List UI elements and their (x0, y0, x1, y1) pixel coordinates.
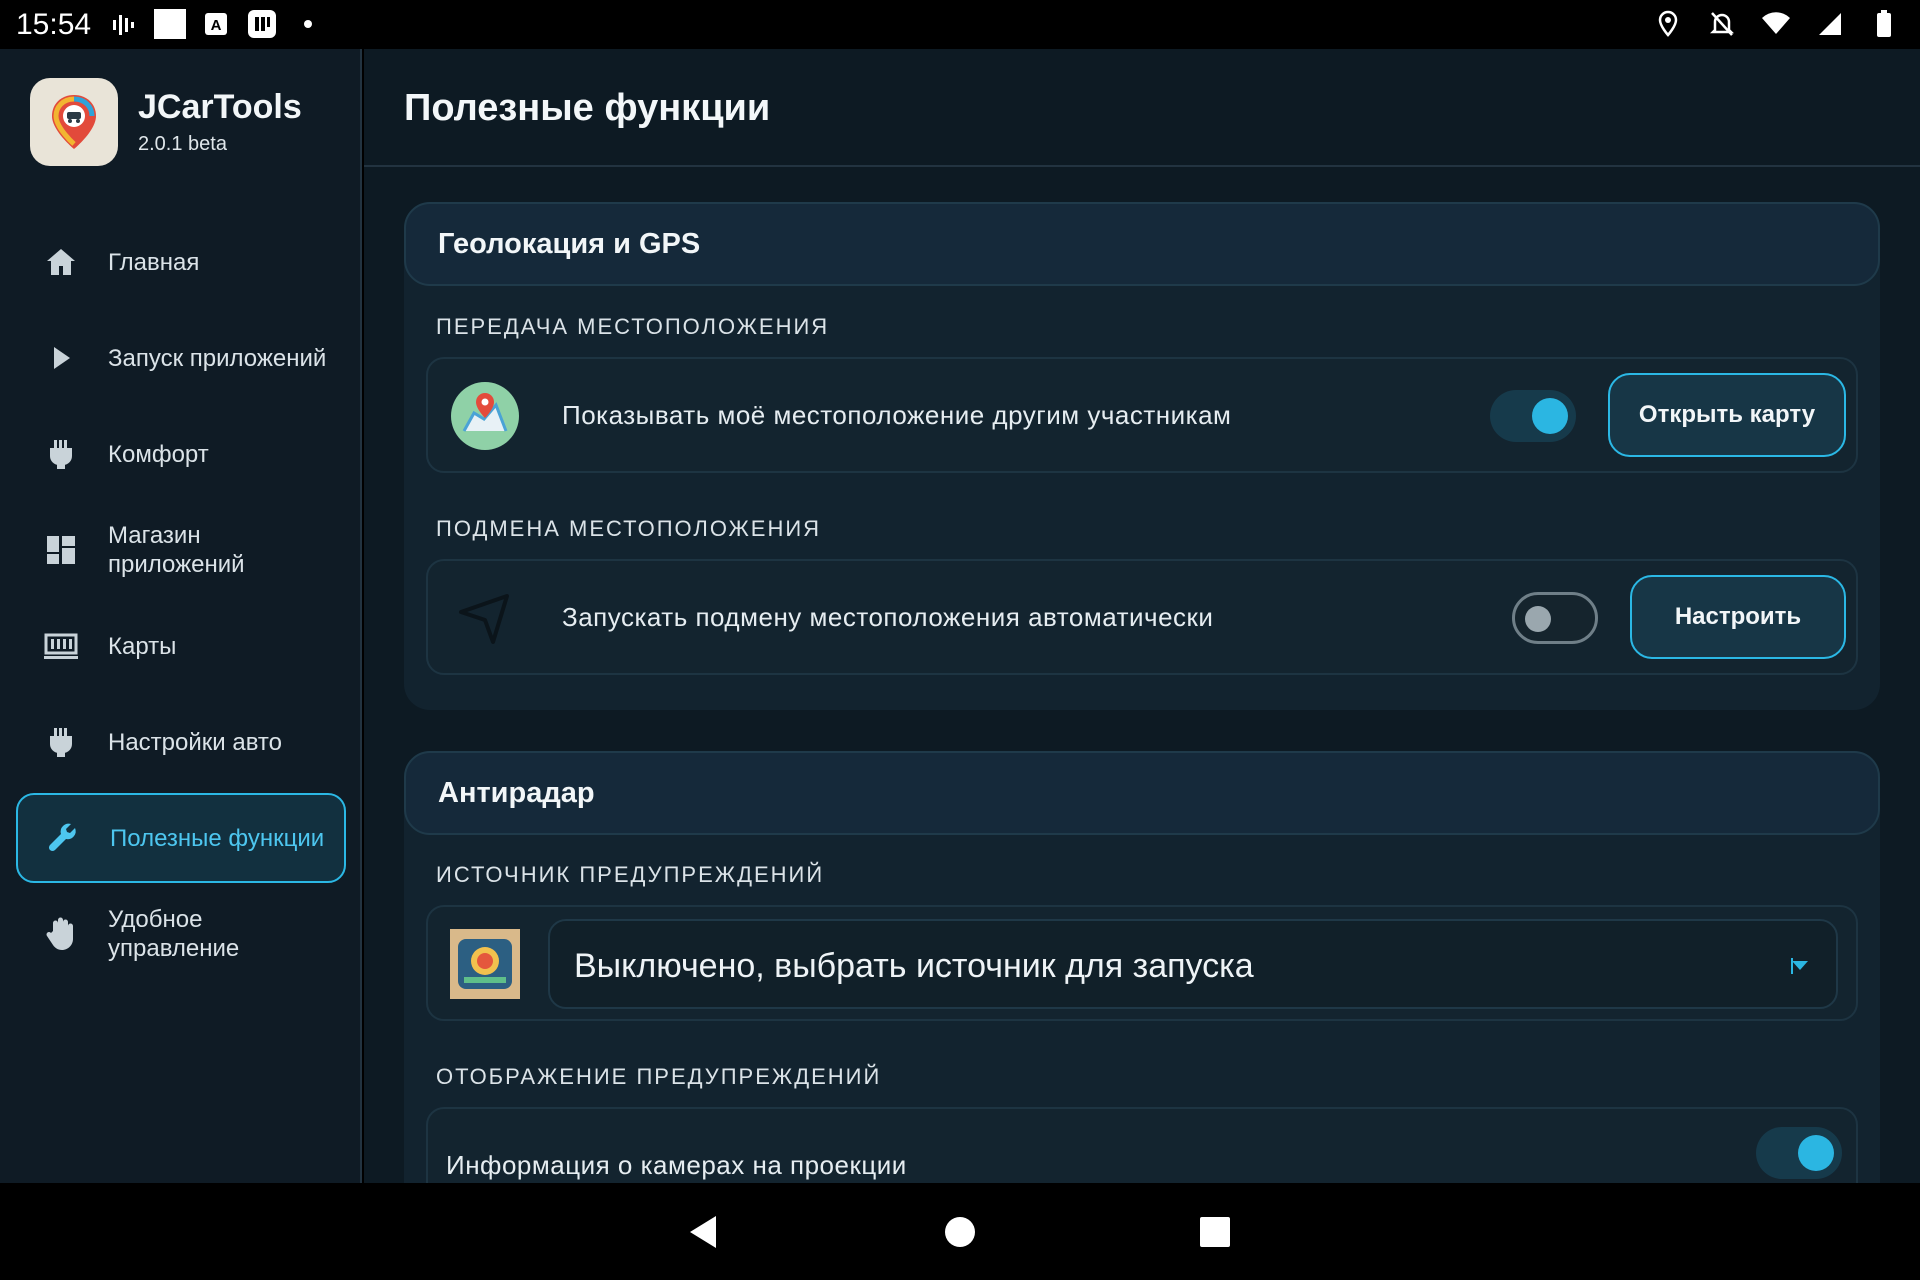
plug-icon (44, 725, 78, 759)
sidebar-item-label: Запуск приложений (108, 344, 327, 372)
location-icon (1652, 9, 1684, 39)
open-map-button[interactable]: Открыть карту (1608, 373, 1846, 457)
text-a-icon: A (200, 9, 232, 39)
main-content: Полезные функции Геолокация и GPS ПЕРЕДА… (364, 49, 1920, 1183)
configure-button[interactable]: Настроить (1630, 575, 1846, 659)
battery-icon (1868, 9, 1900, 39)
dropdown-arrow-icon (1790, 957, 1810, 980)
sidebar-item-easy-control[interactable]: Удобное управление (16, 889, 346, 979)
sidebar-item-home[interactable]: Главная (16, 217, 346, 307)
sidebar-item-label: Комфорт (108, 440, 209, 468)
sidebar-item-label: Карты (108, 632, 177, 660)
warning-source-dropdown[interactable]: Выключено, выбрать источник для запуска (548, 919, 1838, 1009)
play-icon (44, 341, 78, 375)
share-location-row: Показывать моё местоположение другим уча… (426, 357, 1858, 473)
map-pin-icon (450, 381, 520, 451)
status-right-icons (1652, 9, 1900, 39)
divider (364, 165, 1920, 167)
plug-icon (44, 437, 78, 471)
sidebar: JCarTools 2.0.1 beta Главная Запуск прил… (0, 49, 362, 1183)
spoof-location-row: Запускать подмену местоположения автомат… (426, 559, 1858, 675)
sidebar-item-label: Главная (108, 248, 200, 276)
camera-info-label: Информация о камерах на проекции (446, 1150, 907, 1180)
card-title: Антирадар (404, 751, 1880, 835)
section-label: ПОДМЕНА МЕСТОПОЛОЖЕНИЯ (436, 516, 822, 541)
navigation-arrow-icon (450, 583, 520, 653)
wifi-icon (1760, 9, 1792, 39)
app-version: 2.0.1 beta (138, 133, 227, 155)
sidebar-item-label: Удобное управление (108, 906, 240, 962)
warning-source-row: Выключено, выбрать источник для запуска (426, 905, 1858, 1021)
app-icon (246, 9, 278, 39)
sidebar-item-useful-functions[interactable]: Полезные функции (16, 793, 346, 883)
svg-text:A: A (211, 17, 222, 34)
sidebar-item-app-launch[interactable]: Запуск приложений (16, 313, 346, 403)
map-icon (44, 629, 78, 663)
camera-info-toggle[interactable] (1756, 1127, 1842, 1179)
back-icon[interactable] (680, 1209, 726, 1255)
app-header: JCarTools 2.0.1 beta (30, 78, 302, 166)
status-time: 15:54 (16, 8, 92, 41)
sidebar-item-label: Магазин приложений (108, 522, 245, 578)
sidebar-item-label: Настройки авто (108, 728, 282, 756)
share-location-label: Показывать моё местоположение другим уча… (562, 400, 1232, 430)
radar-app-icon (450, 929, 520, 999)
notifications-off-icon (1706, 9, 1738, 39)
recents-icon[interactable] (1192, 1209, 1238, 1255)
app-name: JCarTools (138, 88, 302, 126)
dashboard-icon (44, 533, 78, 567)
share-location-toggle[interactable] (1490, 390, 1576, 442)
status-bar: 15:54 A (0, 0, 1920, 49)
wrench-icon (46, 821, 80, 855)
home-circle-icon[interactable] (937, 1209, 983, 1255)
sidebar-item-maps[interactable]: Карты (16, 601, 346, 691)
sidebar-item-comfort[interactable]: Комфорт (16, 409, 346, 499)
app-logo (30, 78, 118, 166)
section-label: ОТОБРАЖЕНИЕ ПРЕДУПРЕЖДЕНИЙ (436, 1064, 882, 1089)
dot-icon (292, 9, 324, 39)
antiradar-card: Антирадар ИСТОЧНИК ПРЕДУПРЕЖДЕНИЙ Выключ… (404, 751, 1880, 1183)
sidebar-item-label: Полезные функции (110, 824, 325, 852)
spoof-location-toggle[interactable] (1512, 592, 1598, 644)
system-nav-bar (0, 1183, 1920, 1280)
dropdown-value: Выключено, выбрать источник для запуска (574, 947, 1254, 985)
square-icon (154, 9, 186, 39)
sidebar-nav: Главная Запуск приложений Комфорт Магази… (16, 217, 346, 985)
section-label: ПЕРЕДАЧА МЕСТОПОЛОЖЕНИЯ (436, 314, 830, 339)
status-left-icons: A (108, 9, 324, 39)
sidebar-item-car-settings[interactable]: Настройки авто (16, 697, 346, 787)
section-label: ИСТОЧНИК ПРЕДУПРЕЖДЕНИЙ (436, 862, 825, 887)
camera-info-row: Информация о камерах на проекции (426, 1107, 1858, 1183)
home-icon (44, 245, 78, 279)
geolocation-card: Геолокация и GPS ПЕРЕДАЧА МЕСТОПОЛОЖЕНИЯ… (404, 202, 1880, 710)
sidebar-item-app-store[interactable]: Магазин приложений (16, 505, 346, 595)
hand-icon (44, 917, 78, 951)
signal-bars-icon (108, 9, 140, 39)
page-title: Полезные функции (404, 87, 771, 129)
card-title: Геолокация и GPS (404, 202, 1880, 286)
cell-signal-icon (1814, 9, 1846, 39)
spoof-location-label: Запускать подмену местоположения автомат… (562, 602, 1214, 632)
